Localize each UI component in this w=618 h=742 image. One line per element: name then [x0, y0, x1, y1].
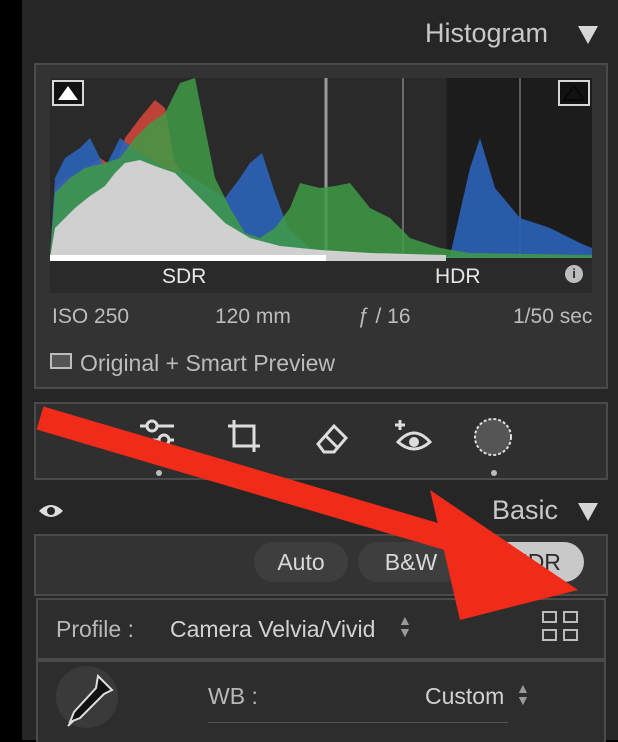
- annotation-arrow: [36, 406, 578, 620]
